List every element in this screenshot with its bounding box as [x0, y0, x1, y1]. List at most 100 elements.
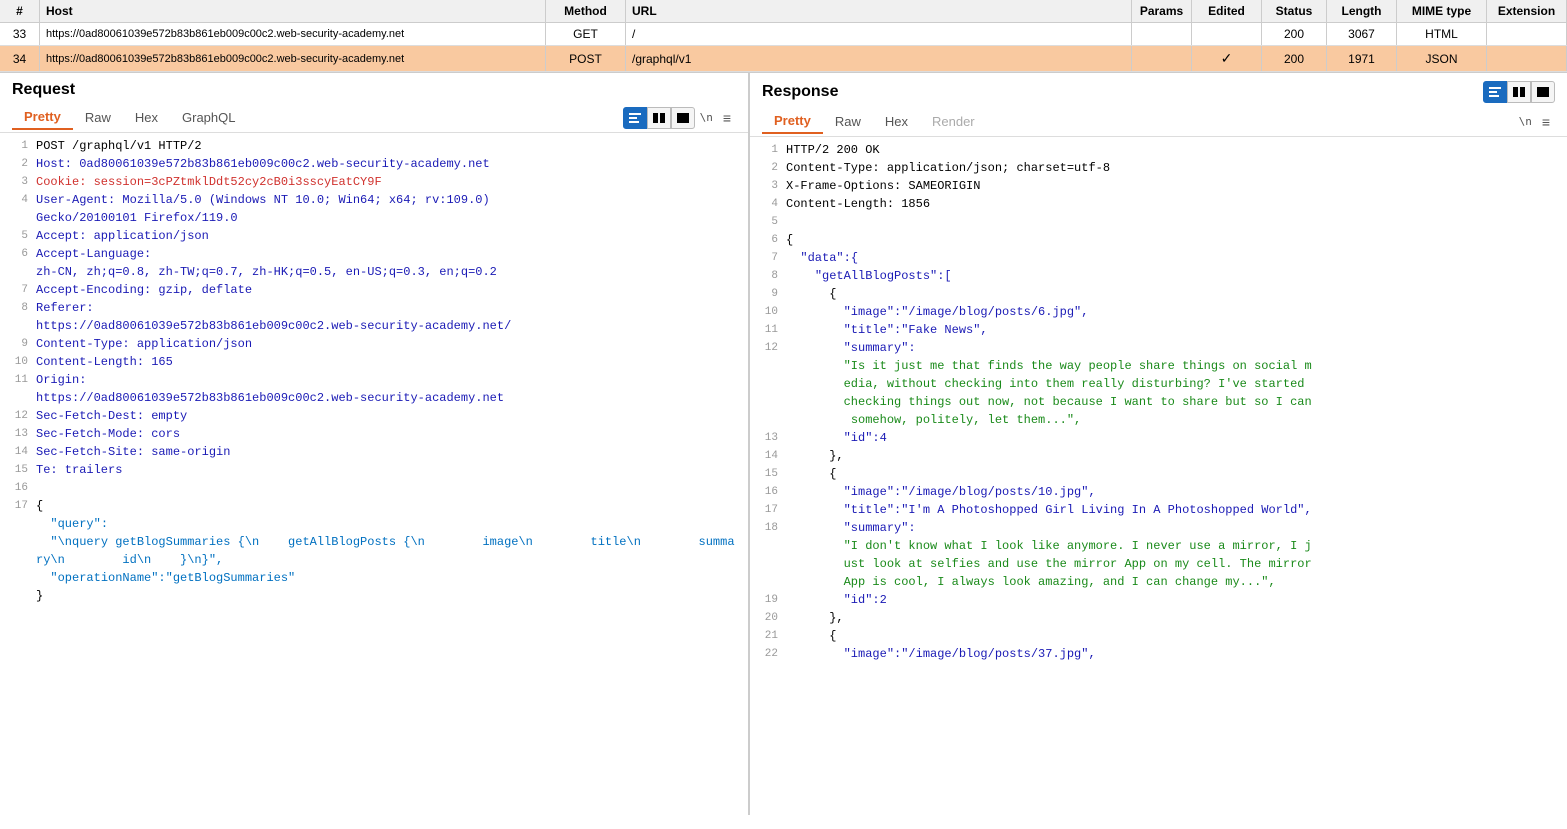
tab-raw-request[interactable]: Raw	[73, 106, 123, 129]
line-content: "image":"/image/blog/posts/37.jpg",	[786, 645, 1567, 663]
table-row[interactable]: 33 https://0ad80061039e572b83b861eb009c0…	[0, 23, 1567, 46]
line-content: Cookie: session=3cPZtmklDdt52cy2cB0i3ssc…	[36, 173, 748, 191]
col-params: Params	[1132, 0, 1192, 22]
code-line: "operationName":"getBlogSummaries"	[0, 569, 748, 587]
line-content: {	[786, 465, 1567, 483]
tab-hex-response[interactable]: Hex	[873, 110, 920, 133]
line-content: Content-Length: 165	[36, 353, 748, 371]
cell-url: /	[626, 23, 1132, 45]
raw-view-button[interactable]	[671, 107, 695, 129]
line-content: Host: 0ad80061039e572b83b861eb009c00c2.w…	[36, 155, 748, 173]
code-line: 15 {	[750, 465, 1567, 483]
line-number: 15	[750, 465, 786, 483]
cell-host: https://0ad80061039e572b83b861eb009c00c2…	[40, 23, 546, 45]
col-num: #	[0, 0, 40, 22]
line-content: "I don't know what I look like anymore. …	[786, 537, 1567, 591]
line-content: Referer: https://0ad80061039e572b83b861e…	[36, 299, 748, 335]
tab-raw-response[interactable]: Raw	[823, 110, 873, 133]
line-number: 5	[0, 227, 36, 245]
table-row[interactable]: 34 https://0ad80061039e572b83b861eb009c0…	[0, 46, 1567, 72]
line-content: Te: trailers	[36, 461, 748, 479]
line-number: 7	[0, 281, 36, 299]
code-line: 21 {	[750, 627, 1567, 645]
line-number: 2	[750, 159, 786, 177]
split-view-button[interactable]	[647, 107, 671, 129]
col-length: Length	[1327, 0, 1397, 22]
line-number: 19	[750, 591, 786, 609]
line-number: 10	[750, 303, 786, 321]
response-split-button[interactable]	[1507, 81, 1531, 103]
code-line: 17 "title":"I'm A Photoshopped Girl Livi…	[750, 501, 1567, 519]
line-content: "Is it just me that finds the way people…	[786, 357, 1567, 429]
code-line: 7 "data":{	[750, 249, 1567, 267]
code-line: 20 },	[750, 609, 1567, 627]
code-line: 5	[750, 213, 1567, 231]
cell-ext	[1487, 46, 1567, 71]
code-line: "I don't know what I look like anymore. …	[750, 537, 1567, 591]
tab-render-response[interactable]: Render	[920, 110, 987, 133]
code-line: 3Cookie: session=3cPZtmklDdt52cy2cB0i3ss…	[0, 173, 748, 191]
col-method: Method	[546, 0, 626, 22]
code-line: 10Content-Length: 165	[0, 353, 748, 371]
line-number: 12	[0, 407, 36, 425]
newline-button-request[interactable]: \n	[695, 109, 718, 126]
cell-status: 200	[1262, 23, 1327, 45]
cell-num: 33	[0, 23, 40, 45]
code-line: "query":	[0, 515, 748, 533]
line-number: 18	[750, 519, 786, 537]
response-code-area[interactable]: 1HTTP/2 200 OK2Content-Type: application…	[750, 137, 1567, 815]
cell-edited	[1192, 23, 1262, 45]
line-content: {	[786, 285, 1567, 303]
newline-button-response[interactable]: \n	[1514, 113, 1537, 130]
menu-button-response[interactable]: ≡	[1537, 112, 1555, 132]
menu-button-request[interactable]: ≡	[718, 108, 736, 128]
wrap-view-button[interactable]	[623, 107, 647, 129]
tab-pretty-request[interactable]: Pretty	[12, 105, 73, 130]
line-content: Content-Type: application/json; charset=…	[786, 159, 1567, 177]
line-content: "data":{	[786, 249, 1567, 267]
tab-pretty-response[interactable]: Pretty	[762, 109, 823, 134]
response-title: Response	[762, 83, 838, 101]
cell-edited: ✓	[1192, 46, 1262, 71]
code-line: 1HTTP/2 200 OK	[750, 141, 1567, 159]
request-code-area[interactable]: 1POST /graphql/v1 HTTP/22Host: 0ad800610…	[0, 133, 748, 815]
line-content: "id":4	[786, 429, 1567, 447]
cell-length: 3067	[1327, 23, 1397, 45]
line-number: 17	[0, 497, 36, 515]
view-toggle-group	[623, 107, 695, 129]
line-content: Content-Type: application/json	[36, 335, 748, 353]
cell-mime: JSON	[1397, 46, 1487, 71]
line-number: 5	[750, 213, 786, 231]
line-content: }	[36, 587, 748, 605]
line-content: Content-Length: 1856	[786, 195, 1567, 213]
line-number: 22	[750, 645, 786, 663]
line-number	[750, 357, 786, 358]
line-number: 13	[750, 429, 786, 447]
cell-length: 1971	[1327, 46, 1397, 71]
main-content: Request Pretty Raw Hex GraphQL	[0, 72, 1567, 815]
code-line: 4User-Agent: Mozilla/5.0 (Windows NT 10.…	[0, 191, 748, 227]
code-line: 13 "id":4	[750, 429, 1567, 447]
tab-hex-request[interactable]: Hex	[123, 106, 170, 129]
line-number	[0, 569, 36, 570]
line-number: 14	[750, 447, 786, 465]
line-content: HTTP/2 200 OK	[786, 141, 1567, 159]
tab-graphql-request[interactable]: GraphQL	[170, 106, 247, 129]
response-wrap-button[interactable]	[1483, 81, 1507, 103]
line-number: 6	[750, 231, 786, 249]
code-line: 11Origin: https://0ad80061039e572b83b861…	[0, 371, 748, 407]
line-number: 1	[0, 137, 36, 155]
line-number: 9	[0, 335, 36, 353]
request-pane-header: Request	[0, 73, 748, 103]
col-host: Host	[40, 0, 546, 22]
col-ext: Extension	[1487, 0, 1567, 22]
line-content: "title":"I'm A Photoshopped Girl Living …	[786, 501, 1567, 519]
cell-method: GET	[546, 23, 626, 45]
code-line: 2Content-Type: application/json; charset…	[750, 159, 1567, 177]
cell-url: /graphql/v1	[626, 46, 1132, 71]
line-number: 3	[750, 177, 786, 195]
response-raw-button[interactable]	[1531, 81, 1555, 103]
line-content: X-Frame-Options: SAMEORIGIN	[786, 177, 1567, 195]
cell-num: 34	[0, 46, 40, 71]
line-content: "image":"/image/blog/posts/6.jpg",	[786, 303, 1567, 321]
